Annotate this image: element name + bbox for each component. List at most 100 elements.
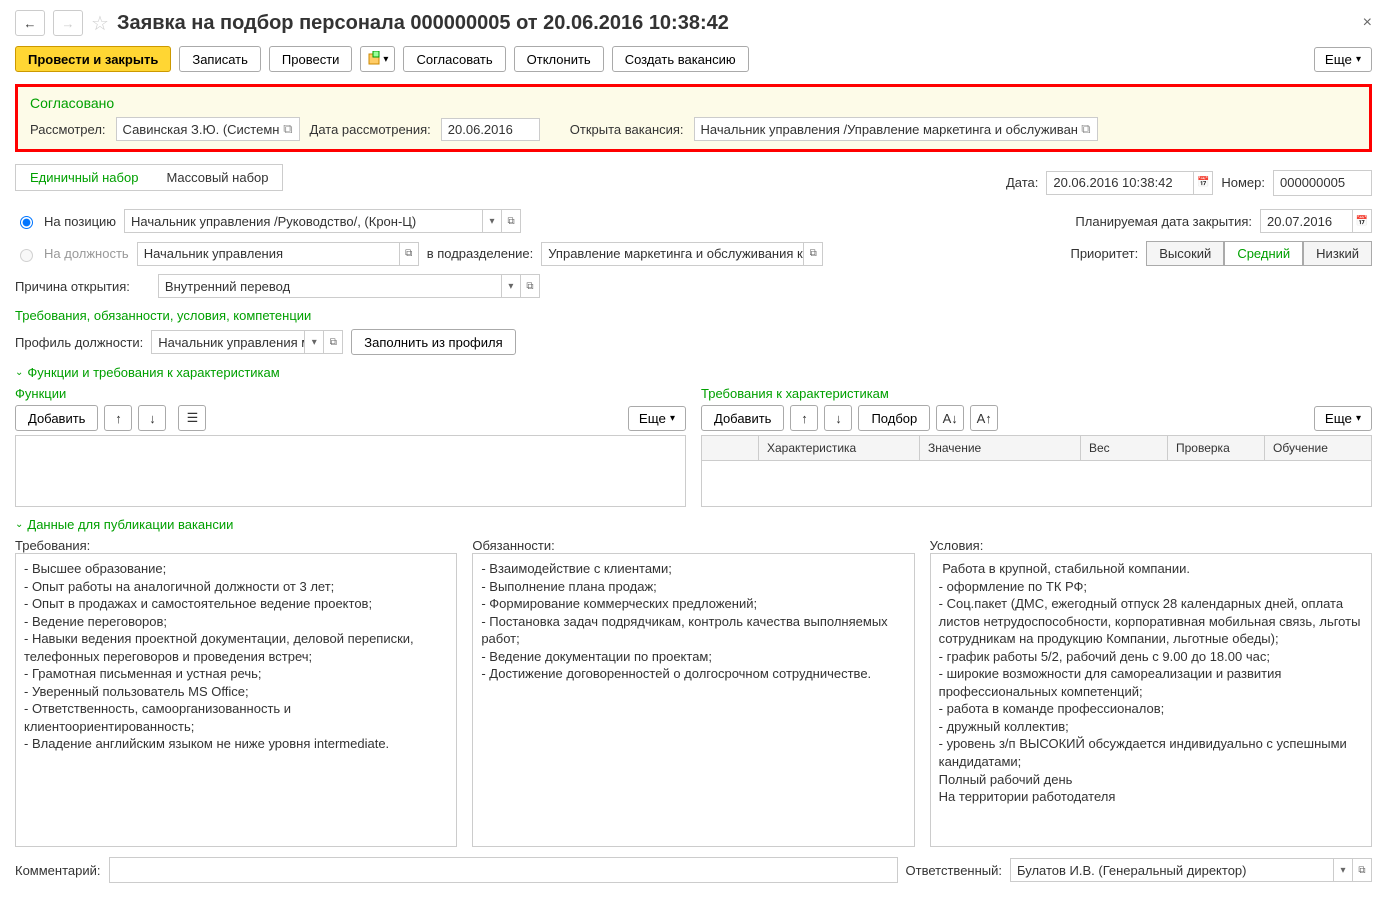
priority-label: Приоритет: — [1070, 246, 1138, 261]
grid-header: Характеристика Значение Вес Проверка Обу… — [702, 436, 1371, 461]
post-and-close-button[interactable]: Провести и закрыть — [15, 46, 171, 72]
to-job-label: На должность — [44, 246, 129, 261]
move-up-button[interactable]: ↑ — [790, 405, 818, 431]
header-bar: ← → ☆ Заявка на подбор персонала 0000000… — [15, 10, 1372, 36]
profile-label: Профиль должности: — [15, 335, 143, 350]
plan-date-field[interactable]: 20.07.2016 📅 — [1260, 209, 1372, 233]
move-down-button[interactable]: ↓ — [824, 405, 852, 431]
functions-grid[interactable] — [15, 435, 686, 507]
chevron-down-icon: ⌄ — [15, 519, 23, 530]
responsible-field[interactable]: Булатов И.В. (Генеральный директор) ▾ ⧉ — [1010, 858, 1372, 882]
characteristics-label: Требования к характеристикам — [701, 386, 1372, 401]
reason-label: Причина открытия: — [15, 279, 130, 294]
review-date-label: Дата рассмотрения: — [310, 122, 431, 137]
col-weight[interactable]: Вес — [1081, 436, 1168, 460]
move-down-button[interactable]: ↓ — [138, 405, 166, 431]
approval-status: Согласовано — [30, 95, 1357, 111]
responsible-label: Ответственный: — [906, 863, 1002, 878]
col-value[interactable]: Значение — [920, 436, 1081, 460]
create-vacancy-button[interactable]: Создать вакансию — [612, 46, 749, 72]
nav-back-button[interactable]: ← — [15, 10, 45, 36]
comment-field[interactable] — [109, 857, 898, 883]
functions-more-button[interactable]: Еще▾ — [628, 406, 686, 431]
requirements-textarea[interactable]: - Высшее образование; - Опыт работы на а… — [15, 553, 457, 847]
move-up-button[interactable]: ↑ — [104, 405, 132, 431]
sort-desc-button[interactable]: A↑ — [970, 405, 998, 431]
sort-asc-button[interactable]: A↓ — [936, 405, 964, 431]
priority-buttons: Высокий Средний Низкий — [1146, 241, 1372, 266]
functions-section-header[interactable]: ⌄ Функции и требования к характеристикам — [15, 365, 1372, 380]
dropdown-icon[interactable]: ▾ — [1333, 859, 1352, 881]
select-button[interactable]: Подбор — [858, 405, 930, 431]
col-characteristic[interactable]: Характеристика — [759, 436, 920, 460]
dept-field[interactable]: Управление маркетинга и обслуживания кли… — [541, 242, 823, 266]
job-field[interactable]: Начальник управления ⧉ — [137, 242, 419, 266]
fill-from-profile-button[interactable]: Заполнить из профиля — [351, 329, 515, 355]
requirements-label: Требования: — [15, 538, 457, 553]
duties-label: Обязанности: — [472, 538, 914, 553]
open-ref-icon[interactable]: ⧉ — [323, 331, 342, 353]
open-ref-icon[interactable]: ⧉ — [501, 210, 520, 232]
dropdown-icon[interactable]: ▾ — [501, 275, 520, 297]
priority-high[interactable]: Высокий — [1146, 241, 1224, 266]
plan-date-label: Планируемая дата закрытия: — [1075, 214, 1252, 229]
post-button[interactable]: Провести — [269, 46, 353, 72]
open-ref-icon[interactable]: ⧉ — [1352, 859, 1371, 881]
add-characteristic-button[interactable]: Добавить — [701, 405, 784, 431]
more-button[interactable]: Еще▾ — [1314, 47, 1372, 72]
number-field[interactable]: 000000005 — [1273, 170, 1372, 196]
date-label: Дата: — [1006, 175, 1038, 190]
favorite-star-icon[interactable]: ☆ — [91, 11, 109, 36]
page-title: Заявка на подбор персонала 000000005 от … — [117, 12, 729, 35]
to-position-radio[interactable] — [20, 216, 33, 229]
chevron-down-icon: ⌄ — [15, 367, 23, 378]
to-dept-label: в подразделение: — [427, 246, 534, 261]
calendar-icon[interactable]: 📅 — [1352, 210, 1371, 232]
dropdown-icon[interactable]: ▾ — [304, 331, 323, 353]
priority-medium[interactable]: Средний — [1224, 241, 1303, 266]
add-function-button[interactable]: Добавить — [15, 405, 98, 431]
dropdown-icon[interactable]: ▾ — [482, 210, 501, 232]
close-icon[interactable]: × — [1363, 14, 1372, 32]
reviewed-by-field[interactable]: Савинская З.Ю. (Системн ⧉ — [116, 117, 300, 141]
number-label: Номер: — [1221, 175, 1265, 190]
position-field[interactable]: Начальник управления /Руководство/, (Кро… — [124, 209, 521, 233]
tab-single[interactable]: Единичный набор — [15, 164, 152, 191]
to-job-radio[interactable] — [20, 249, 33, 262]
characteristics-grid[interactable]: Характеристика Значение Вес Проверка Обу… — [701, 435, 1372, 507]
reason-field[interactable]: Внутренний перевод ▾ ⧉ — [158, 274, 540, 298]
conditions-label: Условия: — [930, 538, 1372, 553]
calendar-icon[interactable]: 📅 — [1193, 172, 1212, 194]
vacancy-open-label: Открыта вакансия: — [570, 122, 684, 137]
list-button[interactable]: ☰ — [178, 405, 206, 431]
conditions-textarea[interactable]: Работа в крупной, стабильной компании. -… — [930, 553, 1372, 847]
open-ref-icon[interactable]: ⧉ — [1081, 121, 1090, 137]
open-ref-icon[interactable]: ⧉ — [520, 275, 539, 297]
approve-button[interactable]: Согласовать — [403, 46, 505, 72]
duties-textarea[interactable]: - Взаимодействие с клиентами; - Выполнен… — [472, 553, 914, 847]
vacancy-open-field[interactable]: Начальник управления /Управление маркети… — [694, 117, 1098, 141]
to-position-label: На позицию — [44, 214, 116, 229]
profile-field[interactable]: Начальник управления ма ▾ ⧉ — [151, 330, 343, 354]
publication-section-header[interactable]: ⌄ Данные для публикации вакансии — [15, 517, 1372, 532]
nav-forward-button[interactable]: → — [53, 10, 83, 36]
save-button[interactable]: Записать — [179, 46, 261, 72]
open-ref-icon[interactable]: ⧉ — [803, 243, 822, 265]
date-field[interactable]: 20.06.2016 10:38:42 📅 — [1046, 171, 1213, 195]
tab-mass[interactable]: Массовый набор — [152, 164, 283, 191]
col-check[interactable]: Проверка — [1168, 436, 1265, 460]
recruitment-mode-tabs: Единичный набор Массовый набор — [15, 164, 283, 191]
chars-more-button[interactable]: Еще▾ — [1314, 406, 1372, 431]
open-ref-icon[interactable]: ⧉ — [283, 121, 292, 137]
open-ref-icon[interactable]: ⧉ — [399, 243, 418, 265]
col-training[interactable]: Обучение — [1265, 436, 1371, 460]
requirements-section-title: Требования, обязанности, условия, компет… — [15, 308, 1372, 323]
functions-label: Функции — [15, 386, 686, 401]
main-toolbar: Провести и закрыть Записать Провести ▾ С… — [15, 46, 1372, 72]
priority-low[interactable]: Низкий — [1303, 241, 1372, 266]
reviewed-by-label: Рассмотрел: — [30, 122, 106, 137]
create-from-button[interactable]: ▾ — [360, 46, 395, 72]
reject-button[interactable]: Отклонить — [514, 46, 604, 72]
review-date-field[interactable]: 20.06.2016 — [441, 118, 540, 141]
comment-label: Комментарий: — [15, 863, 101, 878]
